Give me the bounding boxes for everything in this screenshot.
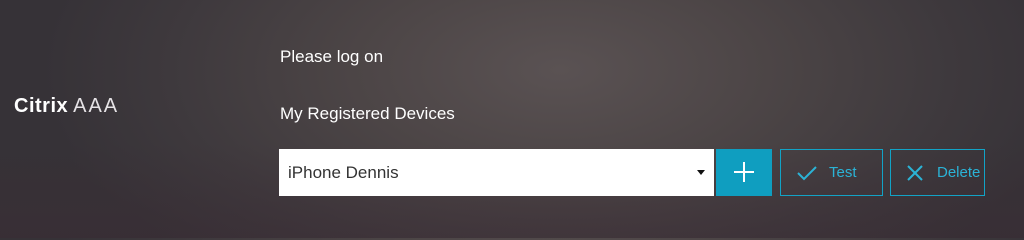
registered-devices-label: My Registered Devices <box>280 104 455 123</box>
test-button[interactable]: Test <box>780 149 883 196</box>
caret-down-icon <box>697 170 705 175</box>
brand-name-strong: Citrix <box>14 95 69 117</box>
delete-button[interactable]: Delete <box>890 149 985 196</box>
brand-name-light: AAA <box>73 95 120 117</box>
background <box>0 0 1024 238</box>
delete-button-label: Delete <box>937 164 981 181</box>
test-button-label: Test <box>829 164 857 181</box>
device-select-value: iPhone Dennis <box>288 162 399 182</box>
plus-icon <box>734 162 754 182</box>
brand-logo: Citrix AAA <box>14 95 119 118</box>
device-select[interactable]: iPhone Dennis <box>279 149 714 196</box>
check-icon <box>797 165 817 181</box>
page-heading: Please log on <box>280 47 384 66</box>
add-device-button[interactable] <box>716 149 772 196</box>
x-icon <box>907 164 923 181</box>
